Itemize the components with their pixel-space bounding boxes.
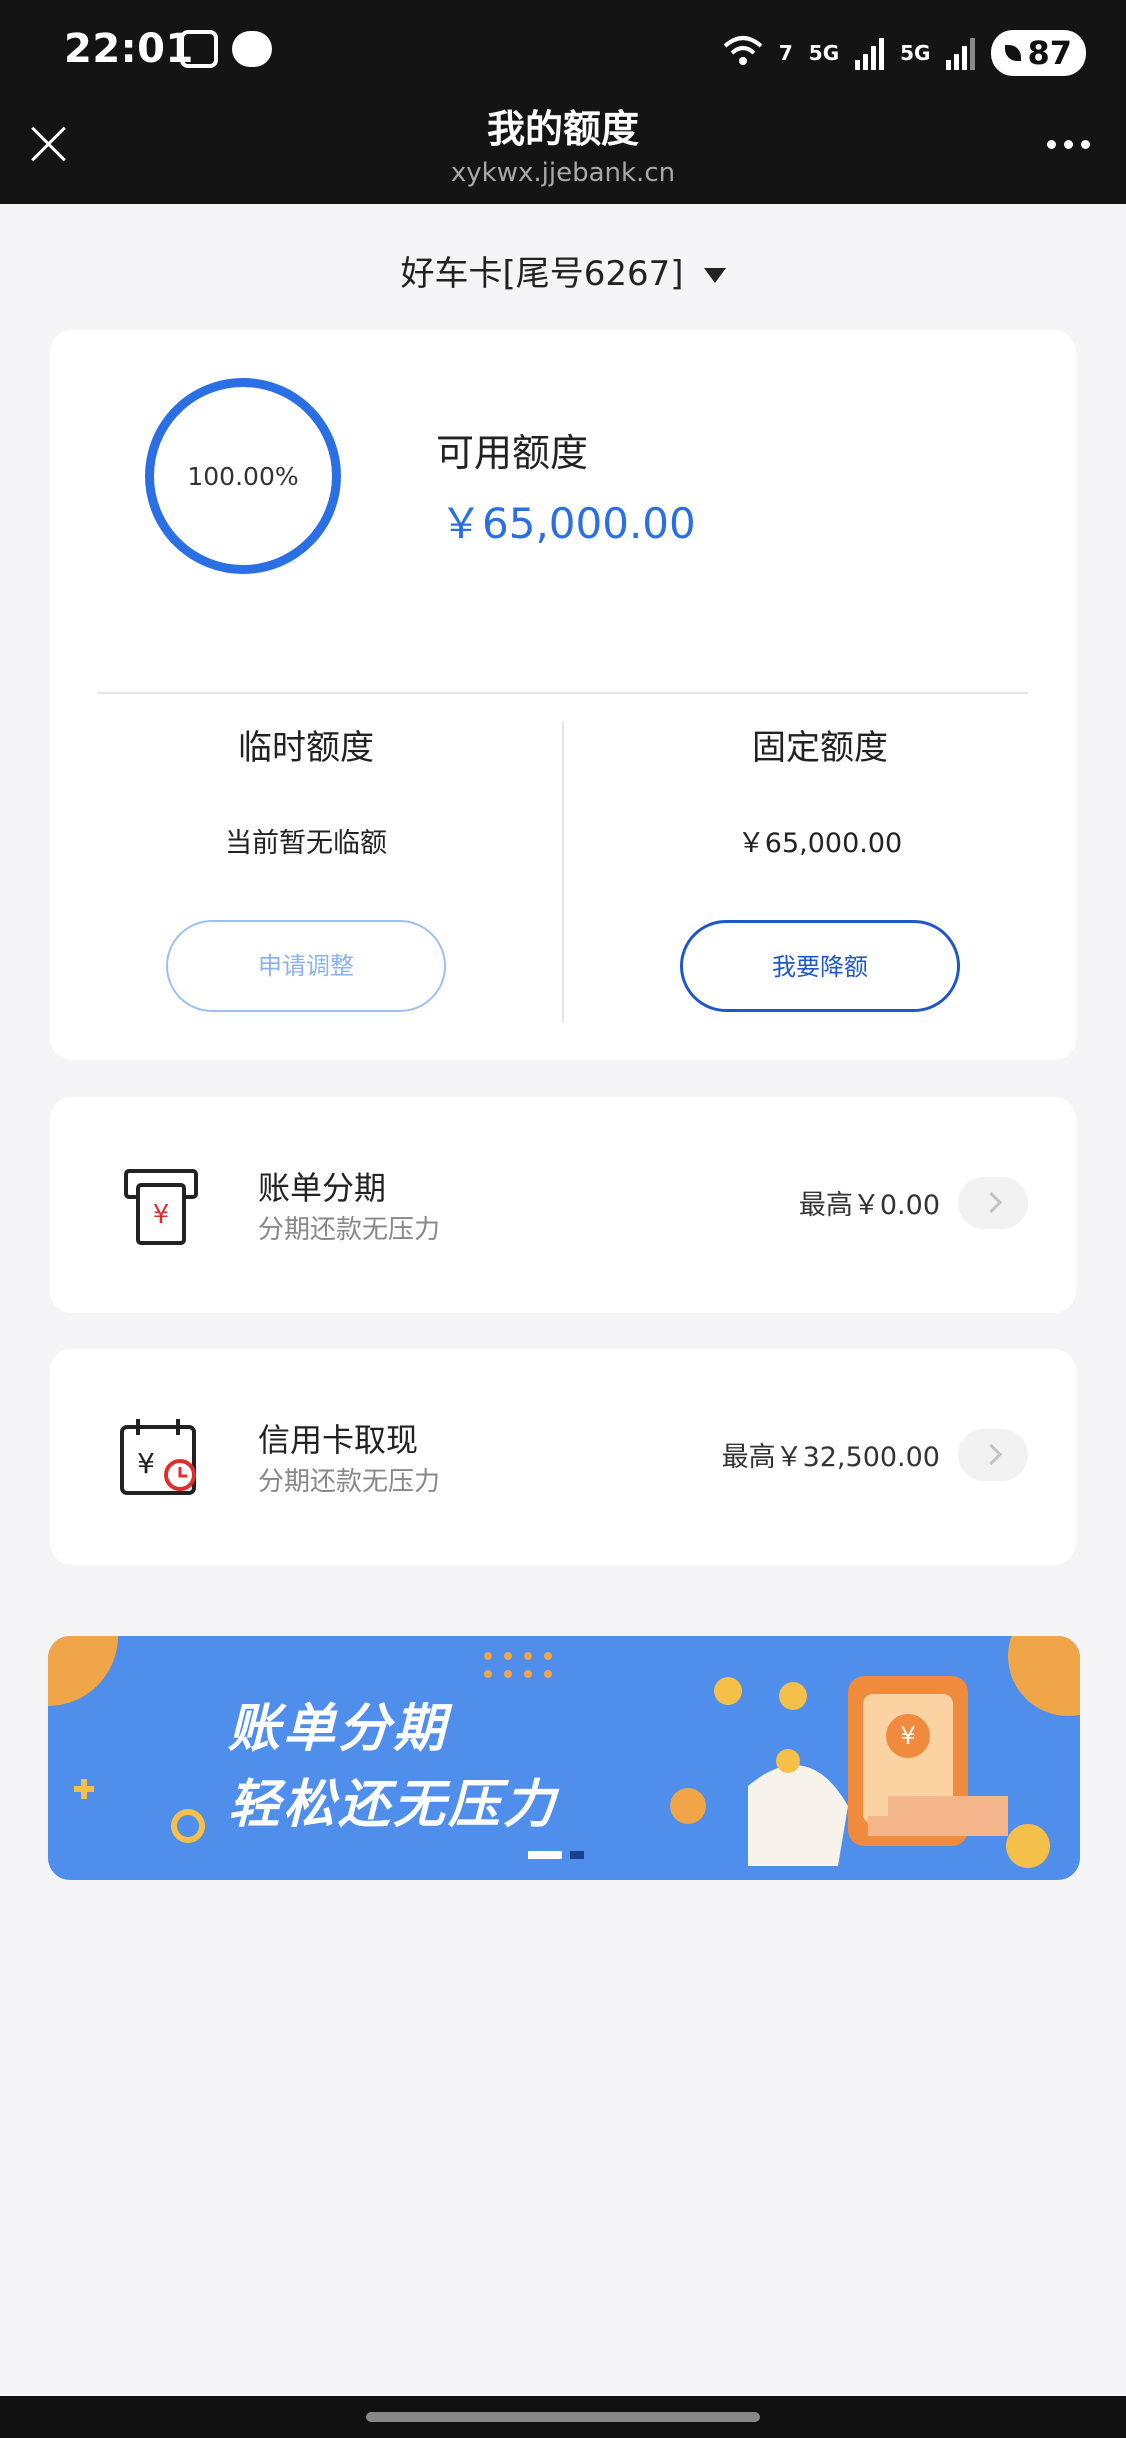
card-selector-label: 好车卡[尾号6267]	[400, 254, 684, 294]
svg-text:¥: ¥	[900, 1722, 915, 1750]
top-bar: 22:01 7 5G 5G 87 我的额度 xykwx.jjebank.cn	[0, 0, 1126, 204]
battery-level: 87	[1027, 34, 1072, 72]
status-notification-icons	[180, 30, 272, 68]
banner-line-1: 账单分期	[228, 1699, 449, 1759]
status-right: 7 5G 5G 87	[723, 30, 1086, 76]
fixed-quota-title: 固定额度	[752, 728, 888, 768]
banner-illustration: ¥	[48, 1636, 1080, 1868]
temporary-quota-value: 当前暂无临额	[225, 828, 387, 859]
signal-bars-icon-2	[946, 36, 976, 70]
chevron-right-icon[interactable]	[958, 1429, 1028, 1481]
signal-label-1: 5G	[808, 41, 840, 65]
apply-adjust-button[interactable]: 申请调整	[166, 920, 446, 1012]
chevron-right-icon[interactable]	[958, 1177, 1028, 1229]
more-dots-icon[interactable]	[1047, 140, 1090, 149]
feature-title: 信用卡取现	[258, 1421, 419, 1459]
screenshot-icon	[180, 30, 218, 68]
installment-banner[interactable]: ¥ 账单分期 轻松还无压力	[48, 1636, 1080, 1880]
wifi-icon	[723, 34, 763, 73]
feature-max-amount: 最高￥0.00	[798, 1190, 940, 1221]
quota-percent: 100.00%	[187, 461, 299, 491]
wifi-label: 7	[778, 41, 793, 65]
home-bar[interactable]	[366, 2412, 760, 2422]
calendar-yuan-clock-icon: ¥	[116, 1413, 206, 1503]
signal-bars-icon	[855, 36, 885, 70]
caret-down-icon	[703, 268, 726, 283]
reduce-quota-button[interactable]: 我要降额	[680, 920, 960, 1012]
temporary-quota-title: 临时额度	[238, 728, 374, 768]
available-quota-label: 可用额度	[436, 431, 589, 475]
available-quota-value: ￥65,000.00	[440, 499, 696, 548]
cash-advance-item[interactable]: ¥ 信用卡取现 分期还款无压力 最高￥32,500.00	[50, 1349, 1076, 1565]
status-time: 22:01	[64, 26, 194, 72]
svg-text:¥: ¥	[137, 1447, 155, 1480]
bill-yuan-icon: ¥	[116, 1161, 206, 1251]
battery-indicator: 87	[991, 30, 1086, 76]
svg-text:¥: ¥	[153, 1200, 170, 1230]
divider	[98, 692, 1028, 694]
leaf-icon	[1005, 45, 1022, 61]
feature-title: 账单分期	[258, 1169, 387, 1207]
message-icon	[232, 31, 272, 67]
feature-max-amount: 最高￥32,500.00	[721, 1442, 940, 1473]
fixed-quota-value: ￥65,000.00	[737, 828, 903, 859]
quota-card: 100.00% 可用额度 ￥65,000.00 临时额度 当前暂无临额 申请调整…	[50, 330, 1076, 1060]
feature-subtitle: 分期还款无压力	[258, 1467, 441, 1497]
fixed-quota-section: 固定额度 ￥65,000.00 我要降额	[564, 720, 1076, 1012]
page-url: xykwx.jjebank.cn	[450, 158, 676, 188]
page-title: 我的额度	[486, 107, 639, 151]
signal-label-2: 5G	[900, 41, 931, 65]
quota-ring: 100.00%	[145, 378, 341, 574]
bill-installment-item[interactable]: ¥ 账单分期 分期还款无压力 最高￥0.00	[50, 1097, 1076, 1313]
banner-line-2: 轻松还无压力	[228, 1775, 559, 1835]
temporary-quota-section: 临时额度 当前暂无临额 申请调整	[50, 720, 562, 1012]
feature-subtitle: 分期还款无压力	[258, 1215, 441, 1245]
home-indicator	[0, 2396, 1126, 2438]
card-selector[interactable]: 好车卡[尾号6267]	[0, 246, 1126, 295]
